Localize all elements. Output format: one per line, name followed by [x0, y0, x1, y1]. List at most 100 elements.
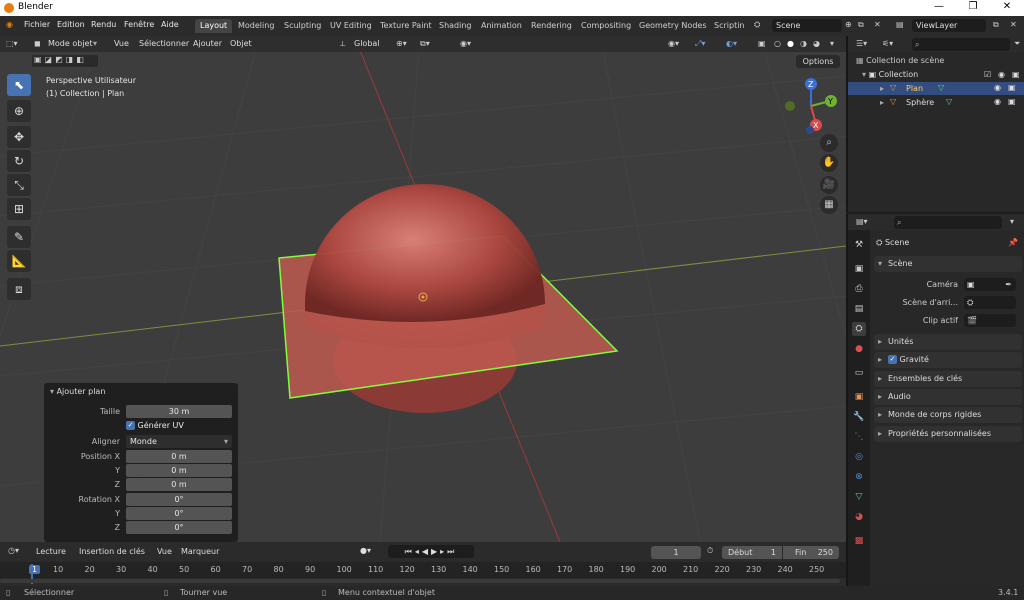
menu-edit[interactable]: Edition — [57, 20, 85, 29]
section-gravity[interactable]: ▸ ✓ Gravité — [874, 352, 1022, 368]
menu-window[interactable]: Fenêtre — [124, 20, 154, 29]
overlay-toggle-icon[interactable]: ◐▾ — [726, 39, 737, 48]
particles-tab-icon[interactable]: ⋱ — [852, 430, 866, 444]
shading-rendered-icon[interactable]: ◕ — [813, 39, 820, 48]
section-keying-sets[interactable]: ▸ Ensembles de clés — [874, 371, 1022, 387]
tab-modeling[interactable]: Modeling — [233, 19, 279, 33]
eye-icon[interactable]: ◉ — [994, 83, 1001, 92]
tab-geometry-nodes[interactable]: Geometry Nodes — [634, 19, 711, 33]
navigation-gizmo[interactable]: Z Y X — [780, 76, 842, 136]
viewlayer-name-field[interactable]: ViewLayer — [912, 19, 986, 32]
camera-icon[interactable]: ▣ — [1008, 97, 1016, 106]
outliner-item-plan[interactable]: ▸ ▽ Plan ▽ ◉ ▣ — [848, 82, 1024, 95]
section-scene[interactable]: ▾ Scène — [874, 256, 1022, 272]
pin-icon[interactable]: 📌 — [1008, 238, 1018, 247]
new-viewlayer-icon[interactable]: ⧉ — [993, 20, 999, 30]
rotation-x-field[interactable]: 0° — [126, 493, 232, 506]
timeline-menu-marker[interactable]: Marqueur — [181, 547, 219, 556]
tab-sculpting[interactable]: Sculpting — [279, 19, 326, 33]
timeline-editor-type-icon[interactable]: ◷▾ — [8, 546, 19, 555]
select-mode-buttons[interactable]: ▣◪◩◨◧ — [32, 55, 98, 67]
frame-ruler[interactable]: 1 10 20 30 40 50 60 70 80 90 100 110 120 130 140 150 160… — [0, 562, 846, 578]
tab-compositing[interactable]: Compositing — [576, 19, 636, 33]
scene-tab-icon[interactable]: ⛭ — [852, 322, 866, 336]
tab-layout[interactable]: Layout — [195, 19, 233, 33]
tab-shading[interactable]: Shading — [434, 19, 477, 33]
vp-menu-select[interactable]: Sélectionner — [139, 39, 189, 48]
current-frame-field[interactable]: 1 — [651, 546, 701, 559]
orientation-dropdown[interactable]: Global — [354, 39, 380, 48]
snap-icon[interactable]: ⧉▾ — [420, 39, 430, 49]
filter-funnel-icon[interactable]: ⏷ — [1014, 39, 1020, 49]
outliner-item-sphere[interactable]: ▸ ▽ Sphère ▽ ◉ ▣ — [848, 96, 1024, 109]
chevron-down-icon[interactable]: ▾ — [1010, 217, 1014, 226]
3d-viewport[interactable]: ⬚▾ ◼ Mode objet ▾ Vue Sélectionner Ajout… — [0, 36, 846, 542]
shading-solid-icon[interactable]: ● — [787, 39, 794, 48]
camera-view-button[interactable]: 🎥 — [820, 176, 838, 194]
new-scene-icon[interactable]: ⧉ — [858, 20, 864, 30]
tab-animation[interactable]: Animation — [476, 19, 527, 33]
end-frame-field[interactable]: Fin 250 — [783, 546, 839, 559]
menu-render[interactable]: Rendu — [91, 20, 116, 29]
move-tool[interactable]: ✥ — [7, 126, 31, 148]
eye-icon[interactable]: ◉ — [994, 97, 1001, 106]
render-tab-icon[interactable]: ▣ — [852, 262, 866, 276]
physics-tab-icon[interactable]: ◎ — [852, 450, 866, 464]
timeline-scrollbar[interactable] — [0, 579, 840, 583]
camera-field[interactable]: ▣ ✒ — [964, 278, 1016, 291]
vp-menu-object[interactable]: Objet — [230, 39, 252, 48]
perspective-toggle-button[interactable]: ▦ — [820, 196, 838, 214]
modifier-tab-icon[interactable]: 🔧 — [852, 410, 866, 424]
camera-icon[interactable]: ▣ — [1008, 83, 1016, 92]
shading-material-icon[interactable]: ◑ — [800, 39, 807, 48]
section-rigid-body-world[interactable]: ▸ Monde de corps rigides — [874, 407, 1022, 423]
rotate-tool[interactable]: ↻ — [7, 150, 31, 172]
xray-icon[interactable]: ▣ — [758, 39, 766, 48]
shading-options-icon[interactable]: ▾ — [830, 39, 834, 48]
section-units[interactable]: ▸ Unités — [874, 334, 1022, 350]
viewlayer-browse-icon[interactable]: ▤ — [896, 20, 904, 29]
auto-keying-icon[interactable]: ●▾ — [360, 546, 371, 555]
mode-dropdown[interactable]: Mode objet — [48, 39, 93, 48]
size-field[interactable]: 30 m — [126, 405, 232, 418]
shading-wireframe-icon[interactable]: ○ — [774, 39, 781, 48]
generate-uv-checkbox[interactable]: ✓ Générer UV — [126, 421, 184, 430]
scene-browse-icon[interactable]: ⛭ — [754, 20, 760, 30]
pin-icon[interactable]: ⊕ — [845, 20, 852, 29]
visibility-icon[interactable]: ◉▾ — [668, 39, 679, 48]
object-tab-icon[interactable]: ▣ — [852, 390, 866, 404]
scene-collection-row[interactable]: ▦ Collection de scène — [856, 56, 944, 65]
gizmo-toggle-icon[interactable]: ⤢▾ — [695, 39, 705, 49]
collection-tab-icon[interactable]: ▭ — [852, 366, 866, 380]
proportional-edit-icon[interactable]: ◉▾ — [460, 39, 471, 48]
vp-menu-view[interactable]: Vue — [114, 39, 129, 48]
object-mode-icon[interactable]: ◼ — [34, 39, 41, 48]
properties-search-input[interactable]: ⌕ — [894, 216, 1002, 229]
constraints-tab-icon[interactable]: ⊗ — [852, 470, 866, 484]
annotate-tool[interactable]: ✎ — [7, 226, 31, 248]
tab-scripting[interactable]: Scripting — [709, 19, 745, 33]
background-scene-field[interactable]: ⛭ — [964, 296, 1016, 309]
timeline-menu-playback[interactable]: Lecture — [36, 547, 66, 556]
align-dropdown[interactable]: Monde ▾ — [126, 435, 232, 448]
active-clip-field[interactable]: 🎬 — [964, 314, 1016, 327]
measure-tool[interactable]: 📐 — [7, 250, 31, 272]
select-box-tool[interactable]: ⬉ — [7, 74, 31, 96]
outliner-search-input[interactable]: ⌕ — [912, 38, 1010, 51]
eye-icon[interactable]: ◉ — [998, 70, 1005, 79]
position-y-field[interactable]: 0 m — [126, 464, 232, 477]
redo-panel-header[interactable]: ▾ Ajouter plan — [50, 387, 105, 396]
timeline-menu-keying[interactable]: Insertion de clés — [79, 547, 145, 556]
view-layer-tab-icon[interactable]: ▤ — [852, 302, 866, 316]
add-cube-tool[interactable]: ⧈ — [7, 278, 31, 300]
tool-tab-icon[interactable]: ⚒ — [852, 238, 866, 252]
timeline-menu-view[interactable]: Vue — [157, 547, 172, 556]
checkmark-icon[interactable]: ✓ — [888, 355, 897, 364]
tab-texture-paint[interactable]: Texture Paint — [375, 19, 437, 33]
world-tab-icon[interactable]: ● — [852, 342, 866, 356]
zoom-view-button[interactable]: ⌕ — [820, 134, 838, 152]
timeline-editor[interactable]: ◷▾ Lecture Insertion de clés Vue Marqueu… — [0, 542, 846, 586]
position-x-field[interactable]: 0 m — [126, 450, 232, 463]
delete-viewlayer-icon[interactable]: ✕ — [1010, 20, 1017, 29]
data-tab-icon[interactable]: ▽ — [852, 490, 866, 504]
